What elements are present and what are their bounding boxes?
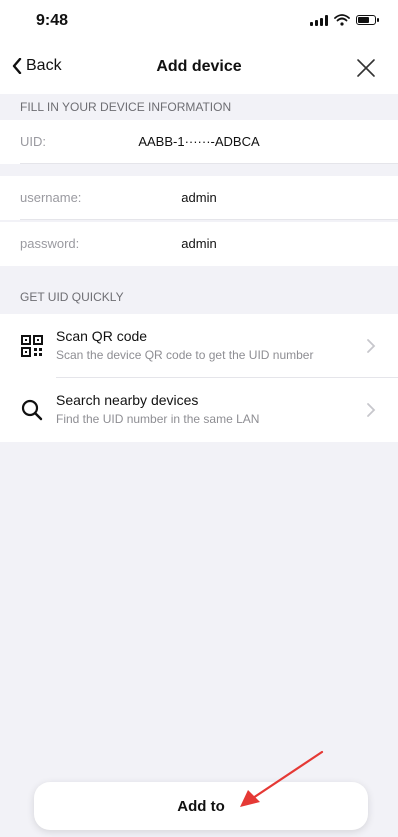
qr-code-icon bbox=[21, 335, 43, 357]
password-field[interactable]: password: admin bbox=[0, 222, 398, 266]
search-devices-subtitle: Find the UID number in the same LAN bbox=[56, 412, 260, 426]
search-devices-row[interactable]: Search nearby devices Find the UID numbe… bbox=[0, 378, 398, 442]
search-icon bbox=[21, 399, 43, 421]
annotation-arrow-icon bbox=[240, 750, 324, 807]
wifi-icon bbox=[334, 14, 350, 26]
uid-value[interactable]: AABB-1······-ADBCA bbox=[0, 134, 398, 149]
status-bar: 9:48 bbox=[0, 0, 398, 40]
battery-icon bbox=[356, 15, 379, 25]
status-icons bbox=[310, 14, 379, 26]
username-field[interactable]: username: admin bbox=[0, 176, 398, 220]
divider bbox=[20, 219, 398, 220]
search-devices-title: Search nearby devices bbox=[56, 392, 199, 408]
section-header-device-info: FILL IN YOUR DEVICE INFORMATION bbox=[0, 94, 398, 120]
page-title: Add device bbox=[156, 58, 242, 75]
password-value[interactable]: admin bbox=[0, 236, 398, 251]
uid-field[interactable]: UID: AABB-1······-ADBCA bbox=[0, 120, 398, 164]
scan-qr-subtitle: Scan the device QR code to get the UID n… bbox=[56, 348, 314, 362]
status-time: 9:48 bbox=[36, 12, 69, 29]
chevron-right-icon bbox=[367, 339, 376, 353]
close-icon[interactable] bbox=[356, 58, 376, 78]
signal-icon bbox=[310, 14, 328, 26]
chevron-right-icon bbox=[367, 403, 376, 417]
scan-qr-title: Scan QR code bbox=[56, 328, 148, 344]
username-value[interactable]: admin bbox=[0, 190, 398, 205]
add-to-label: Add to bbox=[177, 797, 225, 815]
nav-bar: Back Add device bbox=[0, 40, 398, 94]
divider bbox=[20, 163, 398, 164]
section-header-get-uid: GET UID QUICKLY bbox=[0, 284, 398, 310]
scan-qr-row[interactable]: Scan QR code Scan the device QR code to … bbox=[0, 314, 398, 378]
